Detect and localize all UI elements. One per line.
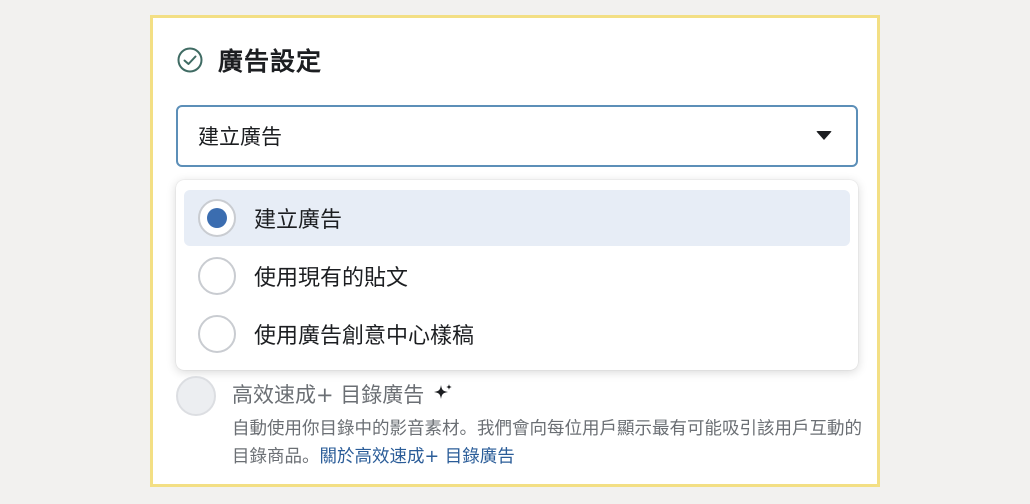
check-circle-icon xyxy=(177,47,203,73)
option-label: 建立廣告 xyxy=(254,208,343,233)
section-header: 廣告設定 xyxy=(176,42,322,78)
dropdown-menu: 建立廣告 使用現有的貼文 使用廣告創意中心樣稿 xyxy=(176,180,858,370)
catalog-option-title: 高效速成+ 目錄廣告 xyxy=(232,383,425,407)
option-use-creative-hub-mockup[interactable]: 使用廣告創意中心樣稿 xyxy=(184,306,850,362)
sparkle-icon xyxy=(434,384,453,399)
catalog-option-description: 自動使用你目錄中的影音素材。我們會向每位用戶顯示最有可能吸引該用戶互動的目錄商品… xyxy=(232,415,862,471)
option-label: 使用現有的貼文 xyxy=(254,266,409,291)
radio-button[interactable] xyxy=(198,257,236,295)
ad-setup-dropdown[interactable]: 建立廣告 xyxy=(176,105,858,167)
dropdown-selected-value: 建立廣告 xyxy=(198,125,282,149)
radio-selected-dot xyxy=(207,208,227,228)
section-title: 廣告設定 xyxy=(218,47,323,76)
option-create-ad[interactable]: 建立廣告 xyxy=(184,190,850,246)
learn-more-link[interactable]: 關於高效速成+ 目錄廣告 xyxy=(320,447,515,467)
option-label: 使用廣告創意中心樣稿 xyxy=(254,324,475,349)
radio-button[interactable] xyxy=(198,199,236,237)
catalog-radio-button[interactable] xyxy=(176,376,216,416)
caret-down-icon xyxy=(816,131,832,140)
radio-button[interactable] xyxy=(198,315,236,353)
catalog-option-title-row: 高效速成+ 目錄廣告 xyxy=(232,379,454,409)
option-use-existing-post[interactable]: 使用現有的貼文 xyxy=(184,248,850,304)
